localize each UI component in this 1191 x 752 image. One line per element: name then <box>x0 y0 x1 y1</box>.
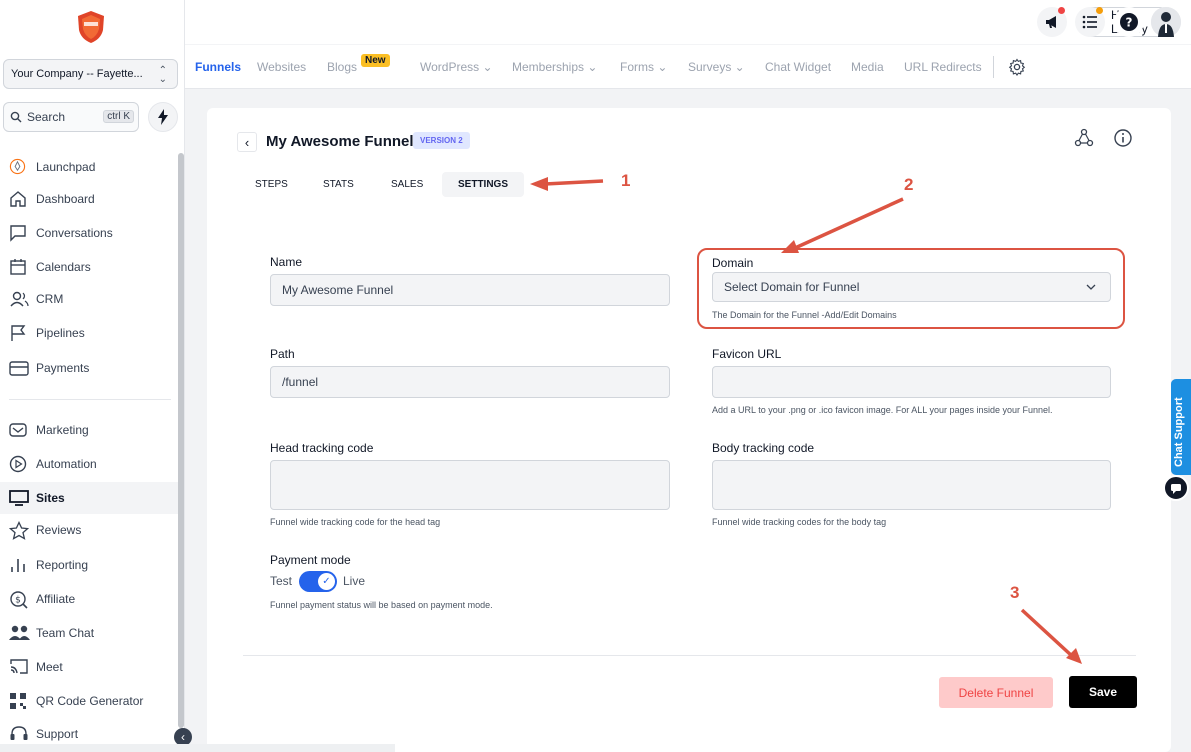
status-bar-strip <box>0 744 395 752</box>
chat-bubble-icon <box>1171 484 1181 494</box>
annotation-number-3: 3 <box>1010 583 1020 602</box>
annotation-arrow-1 <box>530 177 604 191</box>
chat-support-tab[interactable]: Chat Support <box>1171 379 1191 475</box>
chat-support-label: Chat Support <box>1173 397 1185 467</box>
annotation-number-2: 2 <box>904 175 914 194</box>
chat-bubble-button[interactable] <box>1163 475 1189 501</box>
annotation-arrows <box>530 177 1082 664</box>
annotation-number-1: 1 <box>621 171 631 190</box>
annotation-arrow-2 <box>781 197 904 253</box>
annotation-arrow-3 <box>1020 608 1082 664</box>
